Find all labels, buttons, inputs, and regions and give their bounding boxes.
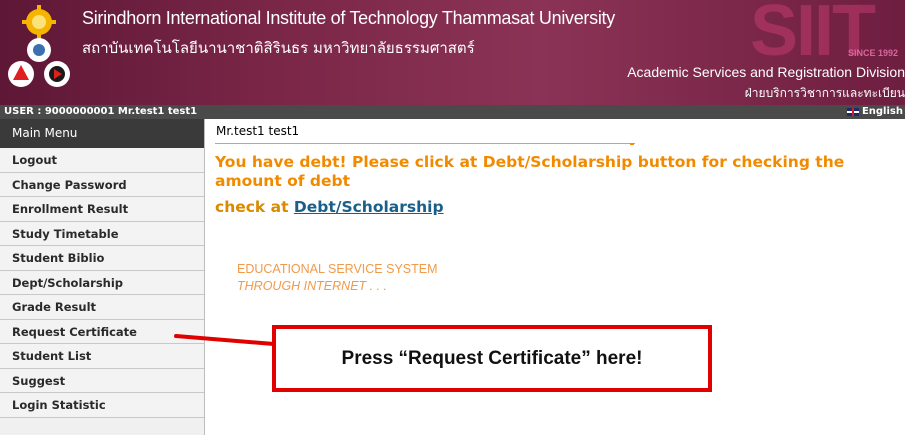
institute-title-th: สถาบันเทคโนโลยีนานาชาติสิรินธร มหาวิทยาล… — [82, 39, 475, 57]
menu-item-logout[interactable]: Logout — [0, 148, 204, 173]
menu-item-suggest[interactable]: Suggest — [0, 368, 204, 393]
check-prefix: check at — [215, 198, 294, 216]
menu-item-study-timetable[interactable]: Study Timetable — [0, 221, 204, 246]
menu-item-dept-scholarship[interactable]: Dept/Scholarship — [0, 270, 204, 295]
language-switch[interactable]: English — [846, 105, 903, 119]
siit-logo: SIIT SINCE 1992 — [750, 0, 898, 60]
menu-item-change-password[interactable]: Change Password — [0, 172, 204, 197]
menu-item-request-certificate[interactable]: Request Certificate — [0, 319, 204, 344]
language-label: English — [861, 106, 903, 117]
user-bar: USER : 9000000001 Mr.test1 test1 English — [0, 105, 905, 119]
menu-item-student-list[interactable]: Student List — [0, 344, 204, 369]
edu-system-title: EDUCATIONAL SERVICE SYSTEM — [237, 262, 438, 276]
header-banner: Sirindhorn International Institute of Te… — [0, 0, 905, 105]
siit-emblem-logo — [8, 5, 70, 87]
menu-item-student-biblio[interactable]: Student Biblio — [0, 246, 204, 271]
menu-item-enrollment-result[interactable]: Enrollment Result — [0, 197, 204, 222]
menu-item-login-statistic[interactable]: Login Statistic — [0, 393, 204, 418]
user-info: USER : 9000000001 Mr.test1 test1 — [4, 106, 198, 117]
edu-system-subtitle: THROUGH INTERNET . . . — [237, 279, 387, 293]
callout-text: Press “Request Certificate” here! — [341, 347, 643, 369]
callout-box: Press “Request Certificate” here! — [272, 325, 712, 392]
debt-warning-message: You have debt! Please click at Debt/Scho… — [215, 153, 845, 190]
institute-title-en: Sirindhorn International Institute of Te… — [82, 8, 615, 28]
menu-item-grade-result[interactable]: Grade Result — [0, 295, 204, 320]
division-title-th: ฝ่ายบริการวิชาการและทะเบียน — [744, 86, 905, 100]
debt-scholarship-link[interactable]: Debt/Scholarship — [294, 198, 444, 216]
main-menu-title: Main Menu — [0, 119, 204, 148]
name-underline-divider — [215, 143, 635, 145]
main-menu-sidebar: Main Menu Logout Change Password Enrollm… — [0, 119, 205, 435]
uk-flag-icon — [846, 108, 859, 116]
siit-since-label: SINCE 1992 — [848, 48, 898, 58]
student-name: Mr.test1 test1 — [216, 124, 300, 138]
check-debt-line: check at Debt/Scholarship — [215, 198, 444, 217]
division-title-en: Academic Services and Registration Divis… — [627, 64, 905, 80]
